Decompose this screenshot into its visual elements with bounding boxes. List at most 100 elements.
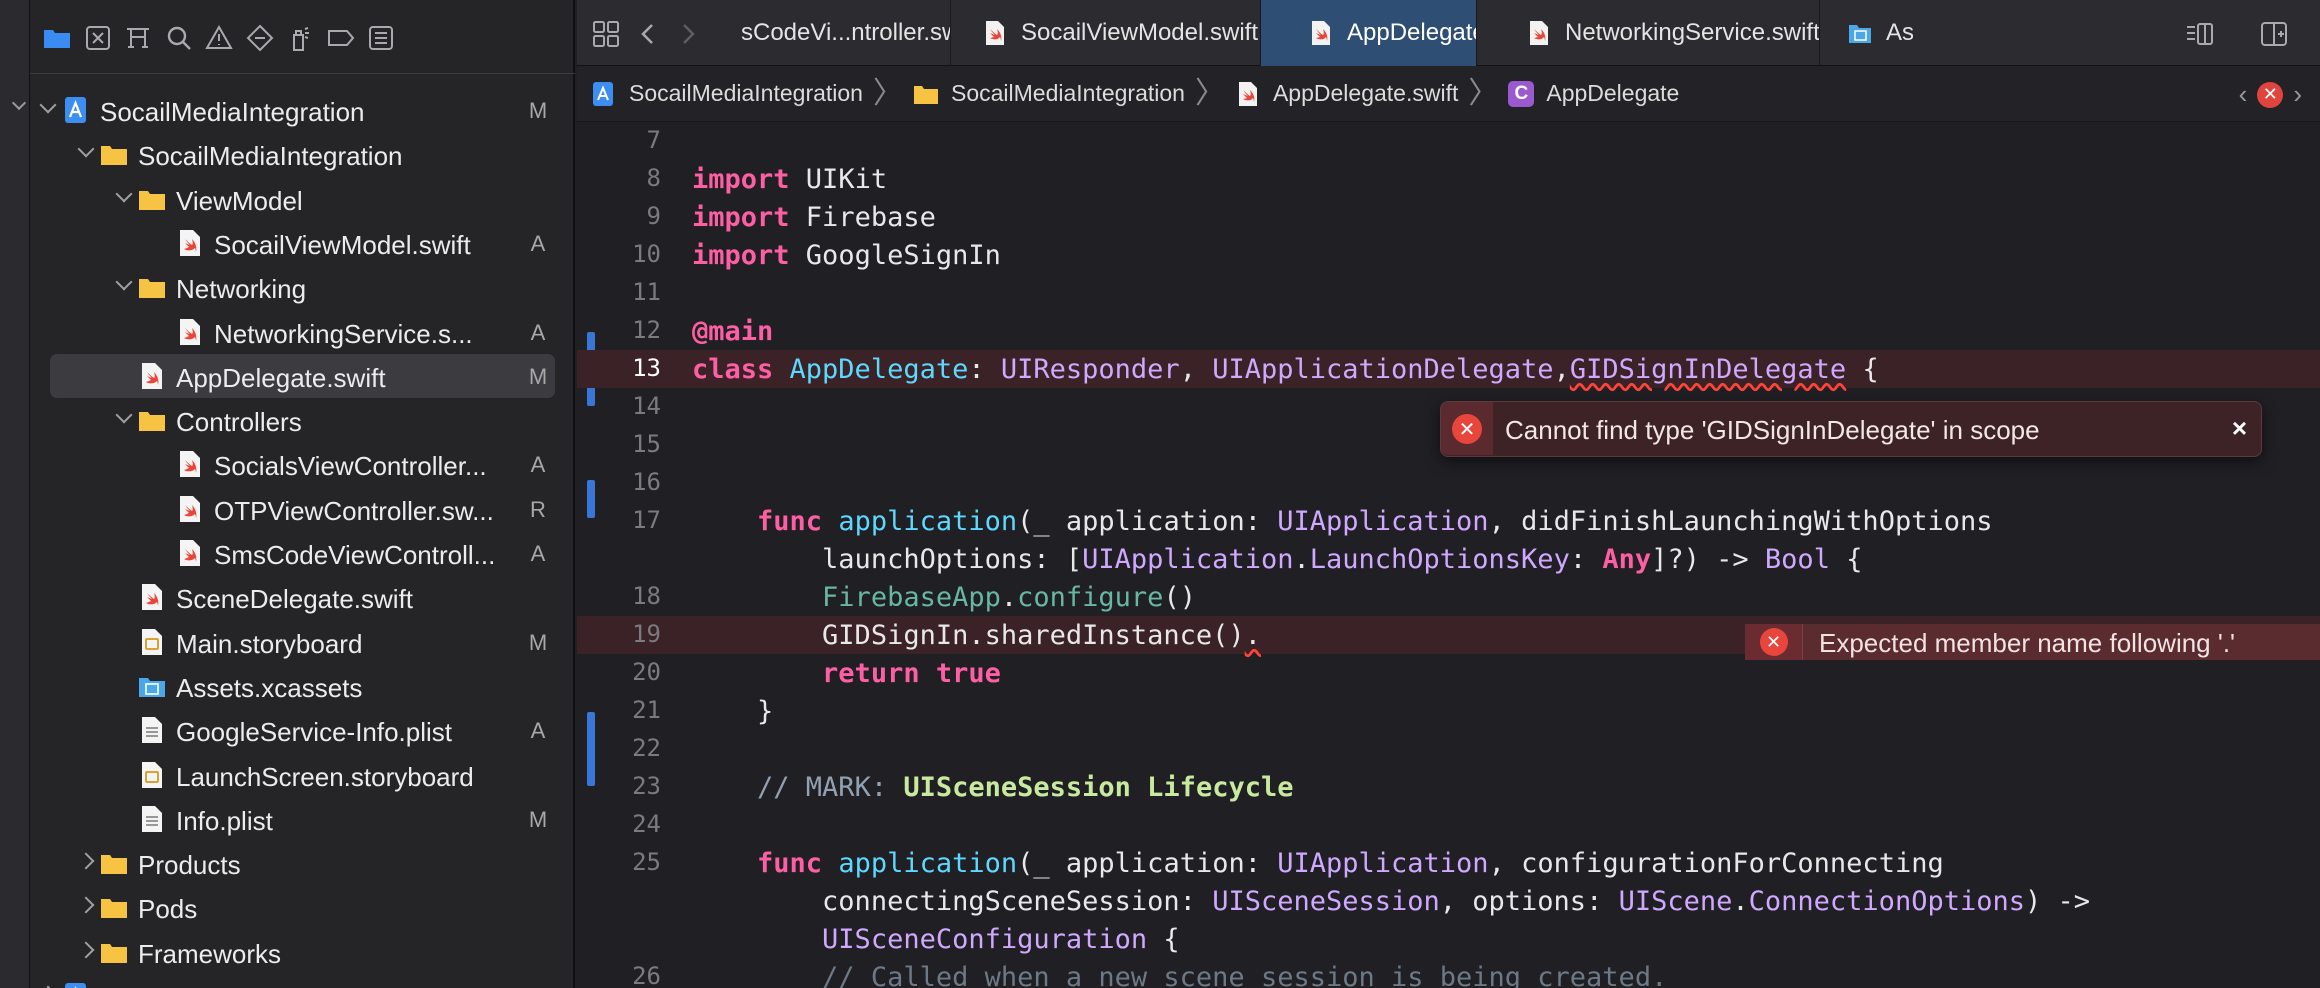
code-text: UISceneConfiguration { <box>692 924 1180 955</box>
line-number: 17 <box>632 506 661 534</box>
forward-arrow-icon[interactable] <box>671 17 705 51</box>
plain-token: { <box>1147 924 1180 955</box>
tree-file[interactable]: SocailViewModel.swift A <box>30 221 575 265</box>
line-number: 10 <box>632 240 661 268</box>
tab-assets[interactable]: As <box>1820 0 1913 66</box>
chevron-right-icon[interactable] <box>77 896 95 914</box>
breadcrumb-file[interactable]: AppDelegate.swift <box>1235 80 1458 107</box>
add-editor-icon[interactable] <box>2257 17 2291 51</box>
plain-token: : <box>1569 544 1603 575</box>
breadcrumb-class[interactable]: C AppDelegate <box>1508 80 1679 107</box>
error-indicator-icon[interactable]: ✕ <box>2257 81 2284 108</box>
error-glyph: ✕ <box>1765 631 1782 653</box>
code-line: 16 <box>577 464 2320 502</box>
line-number: 18 <box>632 582 661 610</box>
source-control-icon[interactable] <box>78 18 118 58</box>
plain-token: : <box>968 354 1001 385</box>
tree-file[interactable]: GoogleService-Info.plist A <box>30 708 575 752</box>
tree-file[interactable]: Main.storyboard M <box>30 620 575 664</box>
symbol-hierarchy-icon[interactable] <box>118 18 158 58</box>
chevron-down-icon[interactable] <box>115 185 133 203</box>
chevron-down-icon[interactable] <box>77 140 95 158</box>
breadcrumb-project[interactable]: SocailMediaIntegration <box>591 80 863 107</box>
tree-group[interactable]: Products <box>30 841 575 885</box>
test-diamond-icon[interactable] <box>240 18 280 58</box>
chevron-down-icon[interactable] <box>11 95 27 111</box>
tree-group[interactable]: Controllers <box>30 398 575 442</box>
code-text: import UIKit <box>692 164 887 195</box>
chevron-right-icon[interactable] <box>77 852 95 870</box>
tab-networkingservice[interactable]: NetworkingService.swift <box>1477 0 1820 66</box>
plain-token: , configurationForConnecting <box>1488 848 1944 879</box>
breadcrumb-folder[interactable]: SocailMediaIntegration <box>913 80 1185 107</box>
tree-group[interactable]: Networking <box>30 265 575 309</box>
tree-item-label: SceneDelegate.swift <box>176 584 414 615</box>
breakpoint-tag-icon[interactable] <box>321 18 361 58</box>
tree-file[interactable]: Assets.xcassets <box>30 664 575 708</box>
error-popover[interactable]: ✕ Cannot find type 'GIDSignInDelegate' i… <box>1440 401 2262 457</box>
report-list-icon[interactable] <box>361 18 401 58</box>
code-line: 22 <box>577 730 2320 768</box>
swift-file-icon <box>1312 21 1330 45</box>
chevron-right-icon[interactable] <box>77 941 95 959</box>
chevron-down-icon[interactable] <box>39 96 57 114</box>
tree-file[interactable]: AppDelegate.swift M <box>30 353 575 398</box>
error-message: Expected member name following '.' <box>1819 628 2236 658</box>
tree-item-label: Info.plist <box>176 805 273 836</box>
tree-group[interactable]: ViewModel <box>30 177 575 221</box>
tree-group[interactable]: Pods <box>30 885 575 929</box>
tree-item-label: NetworkingService.s... <box>214 318 473 349</box>
debug-spray-icon[interactable] <box>280 18 320 58</box>
code-line-error: 13 class AppDelegate: UIResponder, UIApp… <box>577 350 2320 388</box>
tree-file[interactable]: LaunchScreen.storyboard <box>30 753 575 797</box>
line-number: 8 <box>646 164 661 192</box>
split-layout-icon[interactable] <box>2183 17 2217 51</box>
tab-smscode-viewcontroller[interactable]: sCodeVi...ntroller.swift <box>735 0 951 66</box>
line-number: 24 <box>632 810 661 838</box>
previous-issue-icon[interactable]: ‹ <box>2239 79 2248 110</box>
tree-file[interactable]: NetworkingService.s... A <box>30 310 575 354</box>
tree-group[interactable]: SocailMediaIntegration <box>30 132 575 176</box>
tree-item-label: SocialsViewController... <box>214 451 487 482</box>
plain-token: { <box>1829 544 1863 575</box>
tab-label: NetworkingService.swift <box>1565 19 1820 46</box>
declaration-token: application <box>822 848 1018 879</box>
code-area[interactable]: 7 8 import UIKit 9 import Firebase 10 im… <box>577 122 2320 988</box>
keyword-token: import <box>692 240 790 271</box>
tree-file[interactable]: SmsCodeViewControll... A <box>30 531 575 575</box>
keyword-token: func <box>757 506 823 537</box>
tree-file[interactable]: Info.plist M <box>30 797 575 841</box>
tree-file[interactable]: SocialsViewController... A <box>30 442 575 486</box>
breadcrumb: SocailMediaIntegration 〉 SocailMediaInte… <box>577 66 2320 122</box>
chevron-down-icon[interactable] <box>115 273 133 291</box>
attribute-token: @main <box>692 316 774 347</box>
tab-label: SocailViewModel.swift <box>1021 19 1258 46</box>
warning-triangle-icon[interactable] <box>199 18 239 58</box>
next-issue-icon[interactable]: › <box>2293 79 2302 110</box>
tab-socailviewmodel[interactable]: SocailViewModel.swift <box>951 0 1261 66</box>
search-icon[interactable] <box>159 18 199 58</box>
code-text: launchOptions: [UIApplication.LaunchOpti… <box>692 544 1862 575</box>
tree-group[interactable]: Frameworks <box>30 930 575 974</box>
method-token: configure <box>1017 582 1164 613</box>
back-arrow-icon[interactable] <box>631 17 665 51</box>
tree-file[interactable]: OTPViewController.sw... R <box>30 487 575 531</box>
assets-folder-icon <box>1849 25 1871 43</box>
tab-appdelegate[interactable]: AppDelegate.swift <box>1261 0 1477 66</box>
tree-group[interactable]: Pods <box>30 974 575 988</box>
tree-file[interactable]: SceneDelegate.swift <box>30 575 575 619</box>
breadcrumb-label: AppDelegate.swift <box>1272 80 1459 106</box>
folder-icon[interactable] <box>37 18 77 58</box>
code-line: 17 func application(_ application: UIApp… <box>577 502 2320 540</box>
grid-icon[interactable] <box>589 17 623 51</box>
type-token: Bool <box>1764 544 1830 575</box>
close-icon[interactable]: × <box>2232 413 2247 444</box>
error-banner[interactable]: ✕ Expected member name following '.' <box>1745 624 2320 660</box>
tree-item-label: SocailViewModel.swift <box>214 229 471 260</box>
line-number: 12 <box>632 316 661 344</box>
chevron-down-icon[interactable] <box>115 406 133 424</box>
code-text: return true <box>692 658 1001 689</box>
tree-group[interactable]: SocailMediaIntegration M <box>30 88 575 132</box>
